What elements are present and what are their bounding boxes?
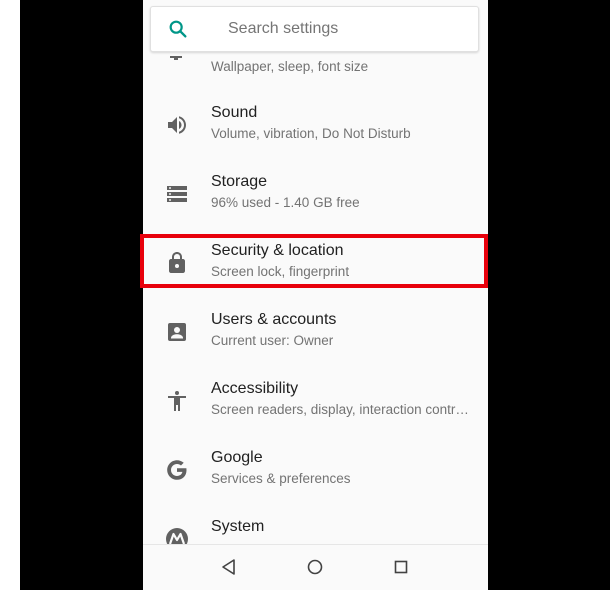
- settings-item-title: Accessibility: [211, 380, 299, 397]
- home-circle-icon[interactable]: [305, 557, 325, 577]
- accessibility-icon: [168, 391, 186, 411]
- settings-item-title: Google: [211, 449, 263, 466]
- search-icon: [169, 20, 187, 38]
- settings-item-title: Storage: [211, 173, 268, 190]
- settings-item-subtitle: Wallpaper, sleep, font size: [211, 59, 369, 74]
- settings-item-title: Sound: [211, 104, 258, 121]
- settings-item-sound[interactable]: Sound Volume, vibration, Do Not Disturb: [143, 91, 488, 160]
- settings-item-subtitle: Screen lock, fingerprint: [211, 264, 350, 279]
- settings-item-users[interactable]: Users & accounts Current user: Owner: [143, 298, 488, 367]
- lock-icon: [169, 252, 185, 273]
- search-placeholder: Search settings: [228, 20, 339, 37]
- settings-screen: Search settings Wallpaper, sleep, font s…: [143, 0, 488, 590]
- settings-item-display[interactable]: Wallpaper, sleep, font size: [143, 56, 488, 82]
- recents-square-icon[interactable]: [391, 557, 411, 577]
- settings-item-subtitle: Volume, vibration, Do Not Disturb: [211, 126, 411, 141]
- volume-icon: [168, 116, 186, 134]
- settings-item-accessibility[interactable]: Accessibility Screen readers, display, i…: [143, 367, 488, 436]
- navigation-bar: [143, 544, 488, 590]
- account-box-icon: [168, 323, 186, 341]
- settings-item-subtitle: Screen readers, display, interaction con…: [211, 402, 469, 417]
- back-triangle-icon[interactable]: [219, 557, 239, 577]
- display-icon: [170, 56, 182, 60]
- settings-item-storage[interactable]: Storage 96% used - 1.40 GB free: [143, 160, 488, 229]
- settings-item-subtitle: 96% used - 1.40 GB free: [211, 195, 360, 210]
- settings-item-title: Users & accounts: [211, 311, 337, 328]
- search-bar[interactable]: Search settings: [150, 6, 479, 52]
- settings-item-google[interactable]: Google Services & preferences: [143, 436, 488, 505]
- settings-item-title: Security & location: [211, 242, 344, 259]
- google-g-icon: [167, 460, 187, 480]
- settings-item-title: System: [211, 518, 265, 535]
- settings-item-subtitle: Current user: Owner: [211, 333, 334, 348]
- settings-item-security[interactable]: Security & location Screen lock, fingerp…: [143, 229, 488, 298]
- settings-item-subtitle: Services & preferences: [211, 471, 351, 486]
- storage-icon: [167, 186, 187, 202]
